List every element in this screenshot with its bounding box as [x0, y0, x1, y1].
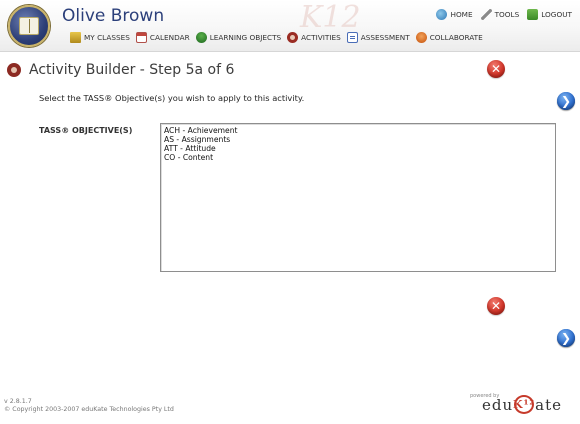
- arrow-right-icon: ❯: [560, 331, 572, 345]
- collaborate-icon: [415, 32, 427, 43]
- k12-logo-icon: K¹²: [513, 395, 534, 414]
- close-icon: ✕: [490, 62, 502, 76]
- list-item[interactable]: CO - Content: [164, 153, 552, 162]
- instructions-text: Select the TASS® Objective(s) you wish t…: [39, 93, 305, 103]
- watermark: K12: [300, 0, 361, 35]
- logout-icon: [527, 9, 539, 20]
- cancel-button-bottom[interactable]: ✕: [487, 297, 505, 315]
- classes-icon: [70, 32, 81, 43]
- version-text: v 2.8.1.7: [4, 398, 32, 405]
- user-name: Olive Brown: [62, 6, 165, 26]
- home-icon: [436, 9, 448, 20]
- home-link-label: HOME: [450, 10, 473, 19]
- assessment-icon: [346, 32, 358, 43]
- bottom-action-buttons: ✕ ❮ ❯: [487, 297, 575, 347]
- list-item[interactable]: AS - Assignments: [164, 135, 552, 144]
- activities-icon: [287, 32, 299, 43]
- nav-my-classes[interactable]: MY CLASSES: [70, 32, 130, 43]
- top-action-buttons: ✕ ❮ ❯: [487, 60, 575, 110]
- tools-link[interactable]: TOOLS: [480, 9, 520, 20]
- logout-link[interactable]: LOGOUT: [527, 9, 572, 20]
- list-item[interactable]: ATT - Attitude: [164, 144, 552, 153]
- nav-assessment[interactable]: ASSESSMENT: [346, 32, 410, 43]
- tools-icon: [480, 9, 492, 20]
- nav-activities[interactable]: ACTIVITIES: [287, 32, 341, 43]
- powered-by-logo: powered by edu K¹² ate: [470, 390, 576, 416]
- nav-label: ASSESSMENT: [360, 33, 410, 42]
- learning-objects-icon: [195, 32, 207, 43]
- nav-label: COLLABORATE: [429, 33, 483, 42]
- nav-label: MY CLASSES: [84, 33, 130, 42]
- header-bar: K12 Olive Brown HOME TOOLS LOGOUT MY CLA…: [0, 0, 580, 52]
- logo-left-text: edu: [482, 395, 514, 414]
- arrow-right-icon: ❯: [560, 94, 572, 108]
- main-nav: MY CLASSES CALENDAR LEARNING OBJECTS ACT…: [70, 32, 483, 43]
- nav-calendar[interactable]: CALENDAR: [135, 32, 190, 43]
- tass-objectives-listbox[interactable]: ACH - Achievement AS - Assignments ATT -…: [160, 123, 556, 272]
- nav-label: CALENDAR: [149, 33, 190, 42]
- logout-link-label: LOGOUT: [541, 10, 572, 19]
- page-title: Activity Builder - Step 5a of 6: [29, 62, 235, 78]
- logo-right-text: ate: [535, 395, 562, 414]
- top-links: HOME TOOLS LOGOUT: [436, 9, 572, 20]
- activity-builder-icon: [7, 63, 21, 77]
- title-row: Activity Builder - Step 5a of 6: [7, 62, 234, 78]
- close-icon: ✕: [490, 299, 502, 313]
- nav-learning-objects[interactable]: LEARNING OBJECTS: [195, 32, 282, 43]
- list-item[interactable]: ACH - Achievement: [164, 126, 552, 135]
- cancel-button[interactable]: ✕: [487, 60, 505, 78]
- next-button-bottom[interactable]: ❯: [557, 329, 575, 347]
- nav-label: LEARNING OBJECTS: [209, 33, 282, 42]
- tools-link-label: TOOLS: [494, 10, 520, 19]
- home-link[interactable]: HOME: [436, 9, 473, 20]
- nav-collaborate[interactable]: COLLABORATE: [415, 32, 483, 43]
- version-info: v 2.8.1.7 © Copyright 2003-2007 eduKate …: [4, 398, 174, 414]
- tass-objectives-label: TASS® OBJECTIVE(S): [39, 126, 133, 135]
- next-button[interactable]: ❯: [557, 92, 575, 110]
- copyright-text: © Copyright 2003-2007 eduKate Technologi…: [4, 406, 174, 413]
- edukate-logo: edu K¹² ate: [482, 395, 562, 414]
- nav-label: ACTIVITIES: [301, 33, 341, 42]
- crest-logo-icon: [8, 5, 50, 47]
- calendar-icon: [135, 32, 147, 43]
